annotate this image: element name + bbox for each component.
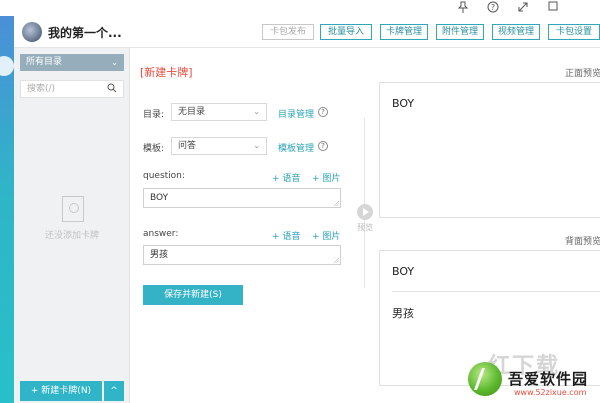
avatar[interactable] (22, 22, 42, 42)
watermark-site-name: 吾爱软件园 (508, 370, 589, 388)
divider (392, 291, 600, 292)
help-icon[interactable]: ? (318, 141, 328, 151)
empty-card-icon (62, 196, 84, 222)
template-manage-link[interactable]: 模板管理 (278, 141, 314, 154)
template-field-label: 模板: (143, 144, 165, 154)
svg-text:?: ? (491, 3, 495, 12)
question-value: BOY (150, 193, 169, 203)
template-field-value: 问答 (178, 141, 197, 151)
help-icon[interactable]: ? (486, 1, 500, 15)
publish-button[interactable]: 卡包发布 (262, 24, 314, 40)
question-voice-link[interactable]: + 语音 (272, 171, 300, 184)
nav-indicator[interactable] (0, 56, 14, 76)
back-preview-answer: 男孩 (392, 307, 414, 320)
preview-label: 预览 (357, 223, 373, 232)
help-icon[interactable]: ? (318, 107, 328, 117)
directory-manage-link[interactable]: 目录管理 (278, 107, 314, 120)
directory-field-select[interactable]: 无目录 ⌄ (171, 103, 267, 121)
front-preview-text: BOY (392, 97, 415, 110)
back-preview-question: BOY (392, 265, 415, 278)
resize-handle[interactable] (334, 201, 339, 206)
header-bar: 我的第一个... 卡包发布 批量导入 卡牌管理 附件管理 视频管理 卡包设置 (14, 16, 600, 48)
new-card-button[interactable]: + 新建卡牌(N) (20, 381, 102, 401)
directory-field-value: 无目录 (178, 107, 206, 117)
answer-voice-link[interactable]: + 语音 (272, 229, 300, 242)
directory-select[interactable]: 所有目录 ⌄ (20, 54, 124, 71)
deck-name: 我的第一个... (48, 26, 122, 40)
answer-value: 男孩 (150, 250, 169, 260)
empty-text: 还没添加卡牌 (44, 231, 99, 241)
directory-field-label: 目录: (143, 110, 165, 120)
save-and-new-button[interactable]: 保存并新建(S) (143, 285, 243, 305)
sidebar: 所有目录 ⌄ 还没添加卡牌 + 新建卡牌(N) ^ (14, 48, 130, 403)
directory-label: 所有目录 (26, 57, 63, 67)
card-manage-button[interactable]: 卡牌管理 (380, 24, 428, 40)
form-title: [新建卡牌] (140, 66, 193, 79)
answer-image-link[interactable]: + 图片 (312, 229, 340, 242)
left-nav-strip (0, 16, 14, 403)
window-titlebar: ? (0, 0, 600, 16)
front-preview-pane: BOY (379, 82, 600, 218)
app-window: ? 我的第一个... 卡包发布 批量导入 卡牌管理 附件管理 视频管理 卡包设置… (0, 0, 600, 403)
maximize-icon[interactable] (546, 1, 560, 15)
divider (364, 118, 365, 288)
template-field-select[interactable]: 问答 ⌄ (171, 137, 267, 155)
watermark: 红下载 吾爱软件园 www.52zixue.com (458, 348, 600, 403)
search-icon[interactable] (107, 83, 117, 93)
video-manage-button[interactable]: 视频管理 (492, 24, 540, 40)
question-input[interactable]: BOY (143, 188, 341, 208)
resize-handle[interactable] (334, 258, 339, 263)
question-image-link[interactable]: + 图片 (312, 171, 340, 184)
batch-import-button[interactable]: 批量导入 (320, 24, 372, 40)
play-icon[interactable] (357, 204, 373, 220)
front-preview-title: 正面预览 (565, 69, 600, 79)
search-input[interactable] (21, 81, 101, 97)
watermark-logo-icon (468, 362, 502, 396)
pin-icon[interactable] (456, 1, 470, 15)
watermark-url: www.52zixue.com (514, 388, 587, 397)
chevron-down-icon: ⌄ (253, 141, 260, 150)
expand-icon[interactable] (516, 1, 530, 15)
chevron-down-icon: ⌄ (253, 107, 260, 116)
question-label: question: (143, 171, 185, 181)
answer-input[interactable]: 男孩 (143, 245, 341, 265)
deck-settings-button[interactable]: 卡包设置 (548, 24, 600, 40)
search-box (20, 80, 124, 98)
back-preview-title: 背面预览 (565, 237, 600, 247)
chevron-down-icon: ⌄ (111, 58, 118, 67)
attachment-manage-button[interactable]: 附件管理 (436, 24, 484, 40)
chevron-up-icon[interactable]: ^ (104, 381, 124, 401)
answer-label: answer: (143, 229, 179, 239)
